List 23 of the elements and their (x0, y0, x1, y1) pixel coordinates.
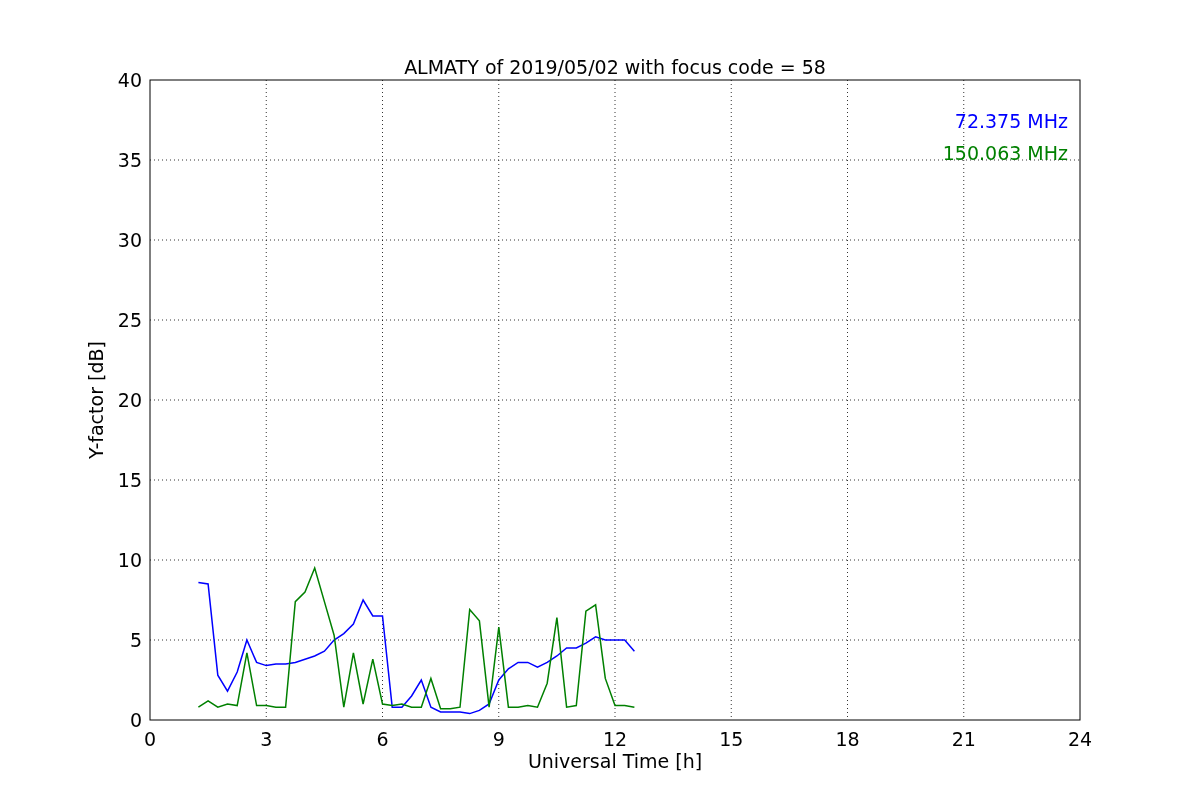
x-tick-label: 12 (602, 728, 628, 750)
x-tick-label: 9 (492, 728, 505, 750)
legend-label: 72.375 MHz (954, 110, 1068, 132)
x-tick-label: 24 (1067, 728, 1093, 750)
y-tick-label: 20 (117, 389, 142, 411)
y-tick-label: 0 (129, 709, 142, 731)
x-tick-label: 0 (143, 728, 157, 750)
x-tick-label: 6 (376, 728, 389, 750)
y-tick-label: 10 (117, 549, 142, 571)
y-tick-label: 25 (117, 309, 142, 331)
y-axis-label: Y-factor [dB] (85, 341, 107, 459)
legend-label: 150.063 MHz (942, 142, 1068, 164)
x-tick-label: 21 (951, 728, 976, 750)
y-tick-label: 35 (117, 149, 142, 171)
x-tick-label: 15 (719, 728, 744, 750)
x-axis-label: Universal Time [h] (527, 750, 703, 772)
chart-title: ALMATY of 2019/05/02 with focus code = 58 (404, 56, 826, 78)
y-tick-label: 5 (129, 629, 142, 651)
y-tick-label: 15 (117, 469, 142, 491)
y-tick-label: 40 (117, 69, 142, 91)
x-tick-label: 18 (835, 728, 860, 750)
y-tick-label: 30 (117, 229, 142, 251)
x-tick-label: 3 (260, 728, 273, 750)
